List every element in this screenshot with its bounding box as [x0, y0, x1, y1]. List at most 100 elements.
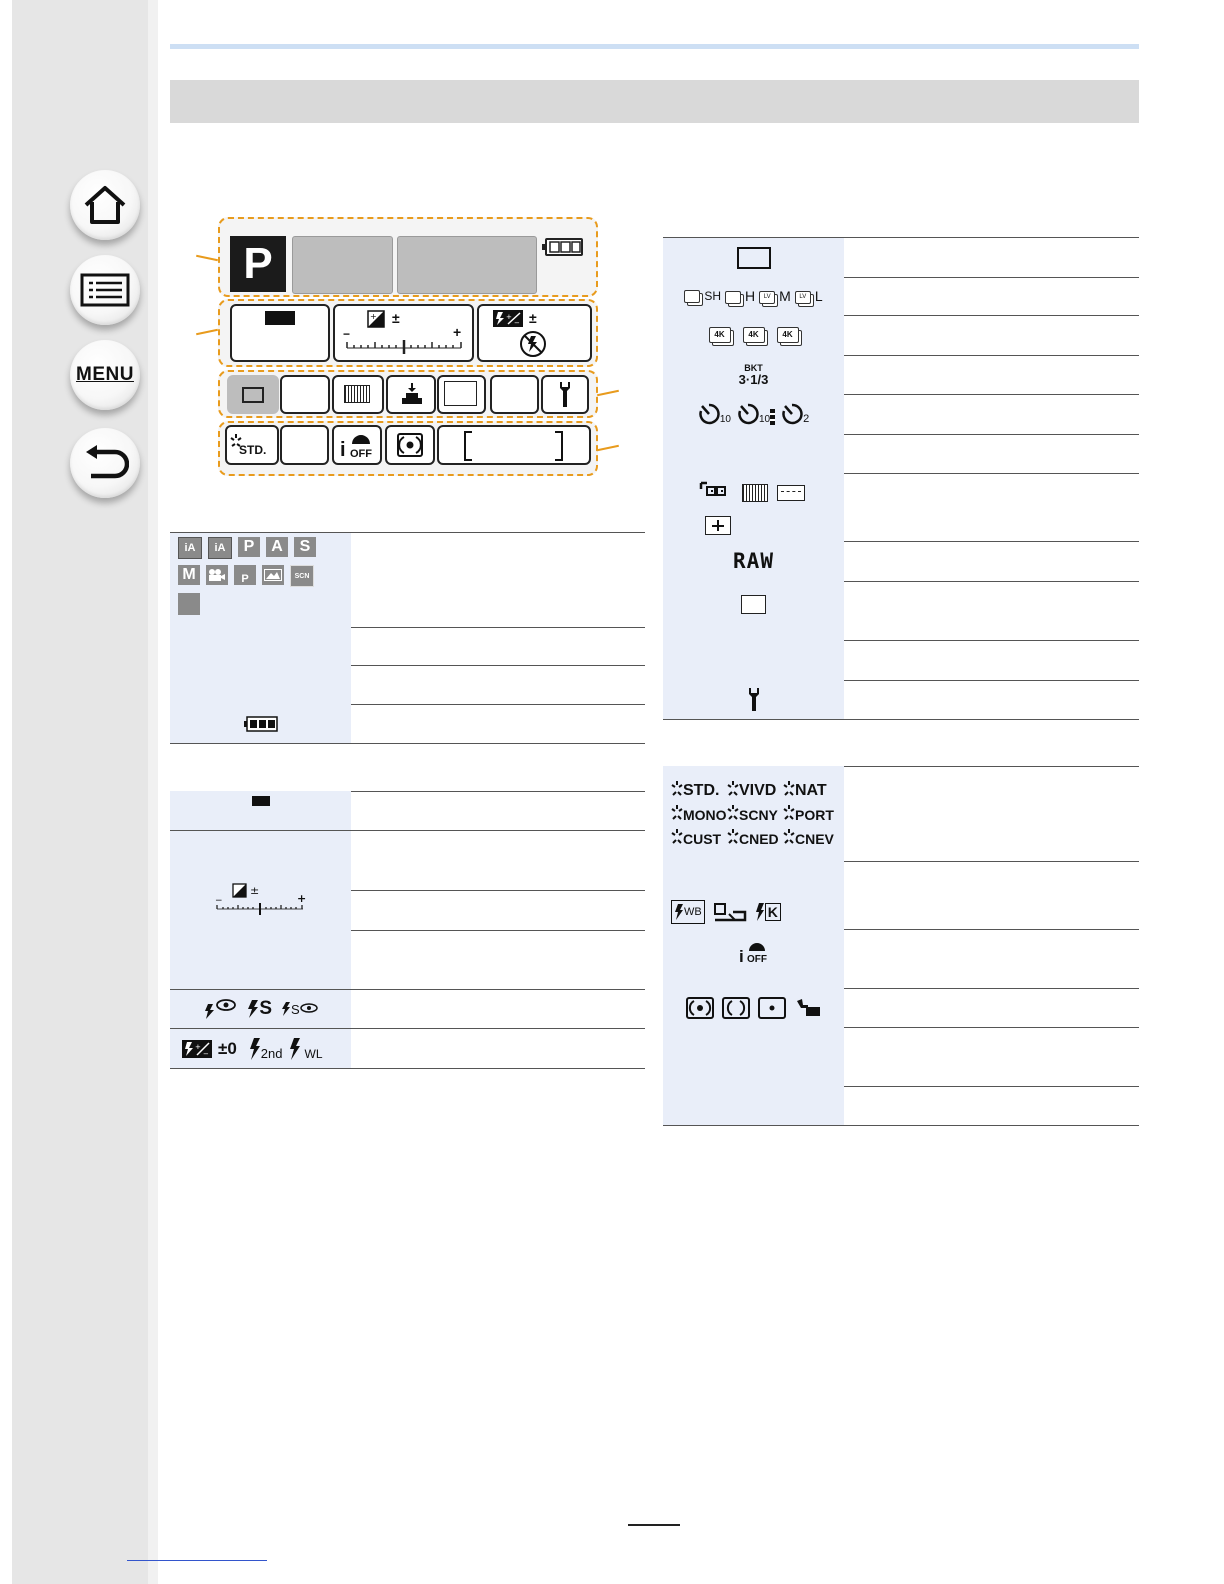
burst-h-icon: H — [725, 288, 755, 304]
back-arrow-icon — [86, 445, 129, 479]
flash-red-eye-icon — [205, 999, 237, 1019]
aspect-ratio-box[interactable] — [437, 375, 486, 414]
quality-icon — [402, 383, 422, 404]
image-size-box[interactable] — [490, 375, 539, 414]
left-icon-table: iA iA P A S M P SCN ± − + S S + − ±0 2nd… — [170, 532, 645, 1072]
mode-p-icon: P — [238, 537, 260, 557]
burst-m-icon: LV M — [759, 288, 791, 304]
quality-box[interactable] — [386, 375, 436, 414]
svg-text:+: + — [506, 313, 512, 321]
white-balance-set-icon — [713, 903, 746, 922]
flash-slow-sync-red-eye-icon: S — [282, 1001, 318, 1017]
svg-text:OFF: OFF — [350, 448, 372, 458]
self-timer-2-icon: 2 — [781, 403, 809, 425]
flash-wb-icon: WB — [671, 900, 705, 924]
table-row: WB K — [663, 861, 1139, 930]
footer-link-underline[interactable] — [127, 1560, 267, 1561]
single-shot-icon — [242, 387, 264, 403]
section-divider-row — [170, 743, 645, 792]
contents-button[interactable] — [70, 255, 140, 325]
intelligent-dynamic-box[interactable]: i OFF — [332, 425, 382, 465]
back-button[interactable] — [70, 428, 140, 498]
svg-text:+: + — [195, 1043, 201, 1051]
photo-style-box[interactable]: STD. — [225, 425, 279, 465]
battery-icon — [243, 715, 278, 732]
iso-indicator — [265, 311, 295, 325]
section-title-bar — [170, 80, 1139, 123]
svg-text:−: − — [215, 896, 223, 906]
sidebar — [12, 0, 148, 1584]
exposure-compensation-box[interactable]: + ± − + — [333, 304, 474, 362]
flash-2nd-curtain-icon: 2nd — [249, 1037, 283, 1061]
exposure-comp-icon: + — [367, 310, 385, 328]
svg-text:+: + — [370, 312, 377, 321]
table-row — [170, 704, 645, 744]
wrench-icon — [560, 382, 570, 407]
table-row — [170, 665, 645, 705]
mode-scene-icon: SCN — [290, 565, 314, 587]
4k-photo-burst-ss-icon: 4K — [742, 327, 765, 343]
exposure-plus-minus: ± — [392, 310, 400, 326]
shutter-display — [397, 236, 537, 294]
row-divider — [351, 930, 645, 931]
svg-text:+: + — [297, 892, 306, 905]
photo-style-std-icon: STD. — [230, 434, 266, 457]
mode-ia-icon: iA — [178, 537, 202, 559]
af-mode-icons — [699, 481, 809, 536]
table-row — [663, 680, 1139, 720]
fn-settings-box[interactable] — [541, 375, 589, 414]
photo-style-mono-icon: MONO — [671, 804, 727, 824]
bracket-right — [555, 431, 563, 461]
metering-box[interactable] — [385, 425, 435, 465]
flash-box[interactable]: + − ± — [477, 304, 592, 362]
table-row: i OFF — [663, 929, 1139, 989]
table-row — [170, 626, 645, 666]
touch-ae-icon — [796, 998, 820, 1016]
i-dynamic-off-icon: i OFF — [739, 943, 767, 963]
iso-box — [230, 304, 330, 362]
table-row — [663, 434, 1139, 474]
color-temperature-icon: K — [755, 902, 781, 922]
home-icon — [84, 186, 126, 224]
svg-text:−: − — [514, 319, 520, 327]
self-timer-10-icon: 10 — [698, 403, 731, 425]
raw-icon: RAW — [733, 549, 774, 573]
home-button[interactable] — [70, 170, 140, 240]
photo-style-grid: STD. VIVD NAT MONO SCNY PORT CUST CNED CNEV — [671, 780, 839, 848]
table-row — [663, 1027, 1139, 1087]
photo-style-cust-icon: CUST — [671, 828, 727, 848]
4k-pre-burst-icon: 4K — [776, 327, 799, 343]
drive-single-box[interactable] — [227, 375, 279, 414]
single-shot-icon — [736, 246, 771, 269]
af-multi-icon — [344, 385, 370, 403]
recording-info-box[interactable] — [437, 425, 591, 465]
callout-4 — [597, 444, 619, 452]
svg-text:−: − — [203, 1050, 209, 1058]
focus-mode-box[interactable] — [280, 375, 330, 414]
mode-ia-plus-icon: iA — [208, 537, 232, 559]
af-49-area-icon — [741, 484, 768, 502]
table-row: STD. VIVD NAT MONO SCNY PORT CUST CNED CNEV — [663, 766, 1139, 862]
flash-wireless-icon: WL — [289, 1037, 323, 1061]
af-1-area-icon — [704, 516, 731, 535]
burst-sh-icon: SH — [684, 289, 721, 303]
mode-m-icon: M — [178, 565, 200, 585]
battery-icon — [542, 238, 583, 256]
top-rule — [170, 44, 1139, 49]
flash-off-icon — [520, 331, 546, 357]
exposure-scale — [346, 340, 462, 354]
menu-button-label: MENU — [76, 364, 134, 385]
af-mode-box[interactable] — [332, 375, 384, 414]
photo-style-scny-icon: SCNY — [727, 804, 783, 824]
lcd-monitor-diagram: P + ± − + + − ± STD. i OFF — [215, 215, 600, 477]
aspect-ratio-icon — [741, 595, 766, 614]
exposure-icon-cell: ± − + — [170, 831, 351, 989]
menu-button[interactable]: MENU — [70, 340, 140, 410]
table-row — [663, 1086, 1139, 1126]
face-detection-icon — [699, 481, 726, 496]
table-row: RAW — [663, 541, 1139, 582]
white-balance-box[interactable] — [280, 425, 329, 465]
page-number-rule — [628, 1524, 680, 1526]
wrench-icon — [748, 687, 759, 711]
metering-multi-icon — [397, 433, 423, 457]
